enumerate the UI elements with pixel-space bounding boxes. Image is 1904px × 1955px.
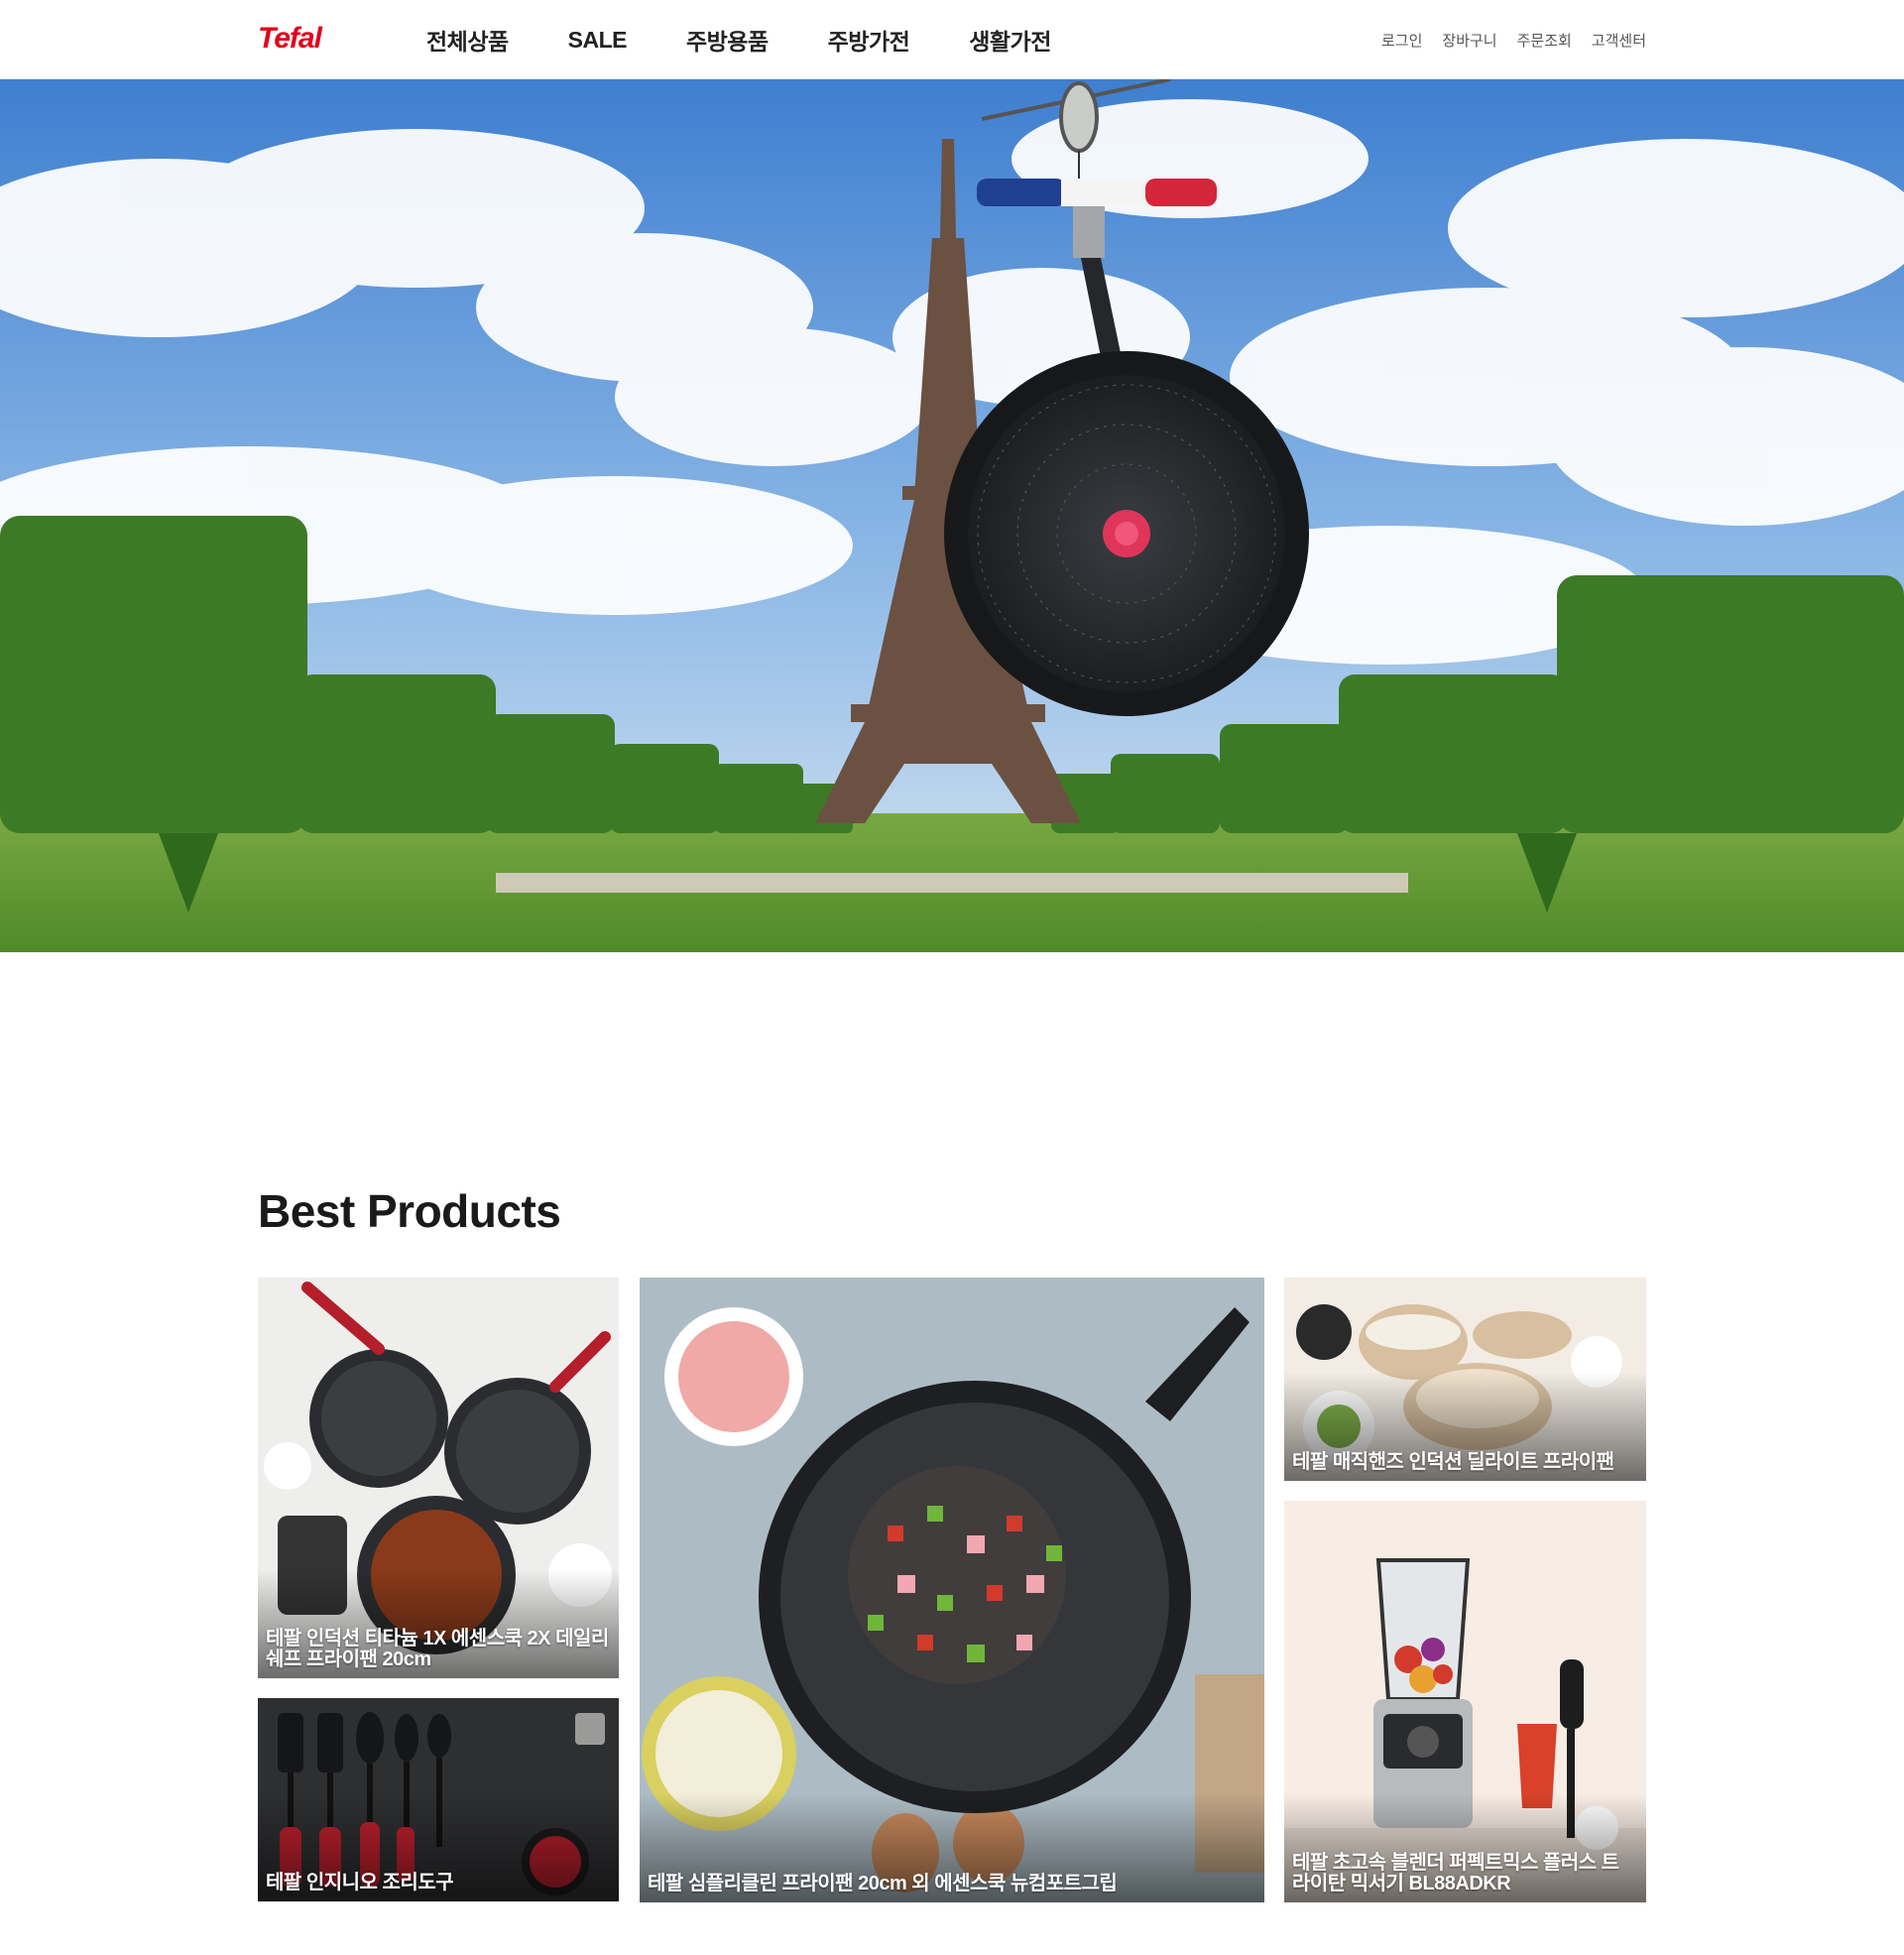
hero-image [0,79,1904,952]
tefal-logo[interactable]: Tefal [258,18,367,58]
product-card-4[interactable]: 테팔 매직핸즈 인덕션 딜라이트 프라이팬 [1284,1278,1646,1481]
product-card-3[interactable]: 테팔 심플리클린 프라이팬 20cm 외 에센스쿡 뉴컴포트그립 [640,1278,1264,1902]
nav-all-products[interactable]: 전체상품 [426,23,509,57]
order-lookup-link[interactable]: 주문조회 [1517,30,1572,51]
product-name: 테팔 심플리클린 프라이팬 20cm 외 에센스쿡 뉴컴포트그립 [648,1873,1118,1894]
product-card-5[interactable]: 테팔 초고속 블렌더 퍼펙트믹스 플러스 트라이탄 믹서기 BL88ADKR [1284,1501,1646,1902]
product-card-2[interactable]: 테팔 인지니오 조리도구 [258,1698,619,1901]
best-products-title: Best Products [258,1185,561,1237]
nav-home-appliances[interactable]: 생활가전 [969,23,1051,57]
nav-sale[interactable]: SALE [568,27,628,54]
svg-text:Tefal: Tefal [258,22,323,55]
hero-banner[interactable] [0,79,1904,952]
nav-kitchenware[interactable]: 주방용품 [686,23,769,57]
cart-link[interactable]: 장바구니 [1442,30,1496,51]
product-card-1[interactable]: 테팔 인덕션 티타늄 1X 에센스쿡 2X 데일리쉐프 프라이팬 20cm [258,1278,619,1678]
site-header: Tefal 전체상품 SALE 주방용품 주방가전 생활가전 로그인 장바구니 … [0,0,1904,79]
nav-kitchen-appliances[interactable]: 주방가전 [828,23,910,57]
main-nav: 전체상품 SALE 주방용품 주방가전 생활가전 [426,0,1111,79]
utility-menu: 로그인 장바구니 주문조회 고객센터 [1362,0,1646,79]
product-name: 테팔 초고속 블렌더 퍼펙트믹스 플러스 트라이탄 믹서기 BL88ADKR [1292,1852,1619,1894]
customer-center-link[interactable]: 고객센터 [1592,30,1646,51]
product-name: 테팔 인지니오 조리도구 [266,1872,454,1894]
product-name: 테팔 매직핸즈 인덕션 딜라이트 프라이팬 [1292,1451,1614,1473]
product-name: 테팔 인덕션 티타늄 1X 에센스쿡 2X 데일리쉐프 프라이팬 20cm [266,1628,609,1670]
login-link[interactable]: 로그인 [1381,30,1422,51]
